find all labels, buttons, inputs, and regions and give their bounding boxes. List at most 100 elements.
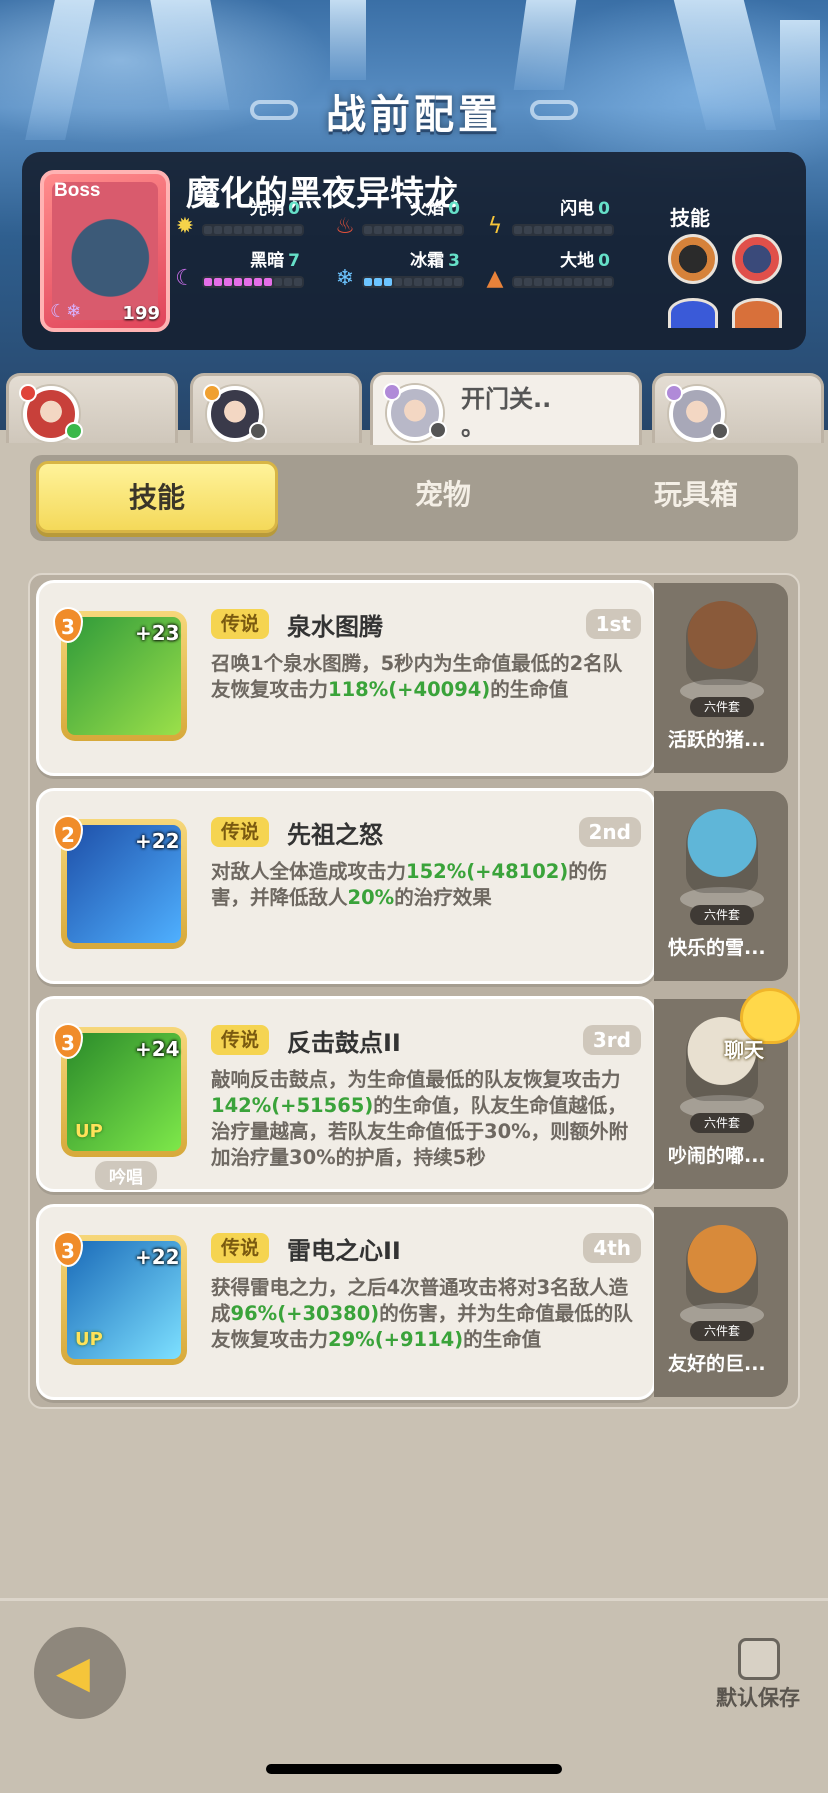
- rarity-badge: 传说: [211, 1025, 270, 1055]
- stat-value: 0: [288, 199, 300, 219]
- tab-toybox[interactable]: 玩具箱: [568, 455, 824, 541]
- skill-enhance-level: +22: [135, 1245, 180, 1269]
- hero-tab-2[interactable]: [190, 373, 362, 443]
- toy-slot[interactable]: 六件套 快乐的雪...: [654, 791, 788, 981]
- stat-fire: 火焰 0 ♨: [332, 194, 482, 239]
- toy-name: 活跃的猪...: [668, 729, 766, 751]
- stat-value: 7: [288, 251, 300, 271]
- stat-bar: [512, 276, 614, 288]
- toy-figure-icon: [686, 809, 758, 893]
- lightning-icon: ϟ: [487, 214, 503, 239]
- hero-name: 开门关.. 。: [461, 385, 552, 441]
- toy-name: 快乐的雪...: [668, 937, 766, 959]
- skill-description: 召唤1个泉水图腾，5秒内为生命值最低的2名队友恢复攻击力118%(+40094)…: [211, 652, 623, 701]
- category-tabbar: 技能 宠物 玩具箱: [30, 455, 798, 541]
- back-arrow-icon: ◀: [56, 1647, 90, 1698]
- toy-figure-icon: [686, 601, 758, 685]
- rarity-badge: 传说: [211, 817, 270, 847]
- skill-card[interactable]: 3 +23 传说 泉水图腾 1st 召唤1个泉水图腾，5秒内为生命值最低的2名队友恢复攻击…: [36, 580, 656, 776]
- hero-tab-1[interactable]: [6, 373, 178, 443]
- skill-description: 获得雷电之力，之后4次普通攻击将对3名敌人造成96%(+30380)的伤害，并为…: [211, 1276, 633, 1351]
- toy-figure-icon: [686, 1225, 758, 1309]
- stat-label: 冰霜 3: [410, 251, 460, 271]
- toy-set-badge: 六件套: [690, 1321, 754, 1341]
- stat-bar: [512, 224, 614, 236]
- toy-slot[interactable]: 六件套 活跃的猪...: [654, 583, 788, 773]
- skill-upgrade-mark: UP: [75, 1121, 103, 1142]
- rarity-badge: 传说: [211, 609, 270, 639]
- skill-enhance-level: +23: [135, 621, 180, 645]
- toy-slot[interactable]: 六件套友好的巨...: [654, 1207, 788, 1397]
- boss-skills-label: 技能: [670, 206, 710, 230]
- stat-bar: [202, 276, 304, 288]
- hero-class-icon: [19, 384, 37, 402]
- stat-thunder: 闪电 0 ϟ: [482, 194, 632, 239]
- skill-enhance-level: +22: [135, 829, 180, 853]
- back-button[interactable]: ◀: [34, 1627, 126, 1719]
- boss-skill-claw-icon[interactable]: [732, 298, 782, 328]
- moon-icon: ☾: [175, 266, 195, 291]
- hero-class-icon: [383, 383, 401, 401]
- skill-card[interactable]: 3 +22 UP 传说 雷电之心II 4th 获得雷电之力，之后4次普通攻击将对3名敌人造成…: [36, 1204, 656, 1400]
- hero-class-icon: [203, 384, 221, 402]
- tab-skills[interactable]: 技能: [36, 461, 278, 533]
- boss-skill-bite-icon[interactable]: [668, 234, 718, 284]
- default-save-checkbox[interactable]: [738, 1638, 780, 1680]
- boss-skill-shield-icon[interactable]: [668, 298, 718, 328]
- stat-label: 闪电 0: [560, 199, 610, 219]
- skill-name: 泉水图腾: [287, 613, 383, 641]
- home-indicator[interactable]: [266, 1764, 562, 1774]
- skill-description: 敲响反击鼓点，为生命值最低的队友恢复攻击力142%(+51565)的生命值，队友…: [211, 1068, 629, 1169]
- stat-value: 0: [448, 199, 460, 219]
- cast-order-badge: 3rd: [582, 1025, 641, 1055]
- skill-name: 反击鼓点II: [287, 1029, 401, 1057]
- snowflake-icon: ❄: [335, 266, 355, 291]
- stat-bar: [362, 224, 464, 236]
- stat-label: 黑暗 7: [250, 251, 300, 271]
- flame-icon: ♨: [335, 214, 355, 239]
- stat-value: 0: [598, 199, 610, 219]
- boss-tag: Boss: [54, 180, 101, 201]
- toy-set-badge: 六件套: [690, 1113, 754, 1133]
- default-save-label: 默认保存: [716, 1686, 800, 1710]
- hero-status-icon: [711, 422, 729, 440]
- skill-card[interactable]: 2 +22 传说 先祖之怒 2nd 对敌人全体造成攻击力152%(+48102)的伤害，并…: [36, 788, 656, 984]
- cast-order-badge: 4th: [583, 1233, 641, 1263]
- cast-order-badge: 1st: [585, 609, 641, 639]
- skill-enhance-level: +24: [135, 1037, 180, 1061]
- boss-element-icons: ☾❄: [50, 301, 82, 322]
- stat-earth: 大地 0 ▲: [482, 246, 632, 291]
- boss-level: 199: [122, 303, 160, 324]
- hero-chat-icon: [65, 422, 83, 440]
- stat-value: 0: [598, 251, 610, 271]
- stat-value: 3: [448, 251, 460, 271]
- tab-pets[interactable]: 宠物: [315, 455, 571, 541]
- boss-skill-roar-icon[interactable]: [732, 234, 782, 284]
- skill-name: 先祖之怒: [287, 821, 383, 849]
- skill-name: 雷电之心II: [287, 1237, 401, 1265]
- page-title: 战前配置: [326, 92, 502, 138]
- toy-name: 吵闹的嘟...: [668, 1145, 766, 1167]
- hero-status-icon: [429, 421, 447, 439]
- stat-label: 光明 0: [250, 199, 300, 219]
- toy-name: 友好的巨...: [668, 1353, 766, 1375]
- boss-info-panel: Boss ☾❄ 199 魔化的黑夜异特龙 技能 光明 0 ✹ 火焰 0 ♨ 闪电 0 ϟ 黑暗 7 ☾…: [22, 152, 806, 350]
- stat-label: 火焰 0: [410, 199, 460, 219]
- stat-bar: [202, 224, 304, 236]
- stat-label: 大地 0: [560, 251, 610, 271]
- skill-card[interactable]: 3 +24 UP 吟唱 传说 反击鼓点II 3rd 敲响反击鼓点，为生命值最低的队友恢复攻击力…: [36, 996, 656, 1192]
- boss-portrait[interactable]: Boss ☾❄ 199: [40, 170, 170, 332]
- stat-frost: 冰霜 3 ❄: [332, 246, 482, 291]
- hero-class-icon: [665, 384, 683, 402]
- hero-status-icon: [249, 422, 267, 440]
- boss-dragon-image: [52, 182, 158, 320]
- sun-icon: ✹: [175, 214, 195, 239]
- stat-bar: [362, 276, 464, 288]
- cast-order-badge: 2nd: [578, 817, 641, 847]
- hero-tab-3[interactable]: 开门关.. 。: [370, 372, 642, 450]
- stat-light: 光明 0 ✹: [172, 194, 322, 239]
- chat-button-label[interactable]: 聊天: [724, 1034, 764, 1063]
- hero-tab-4[interactable]: [652, 373, 824, 443]
- mountain-icon: ▲: [486, 266, 504, 291]
- skill-upgrade-mark: UP: [75, 1329, 103, 1350]
